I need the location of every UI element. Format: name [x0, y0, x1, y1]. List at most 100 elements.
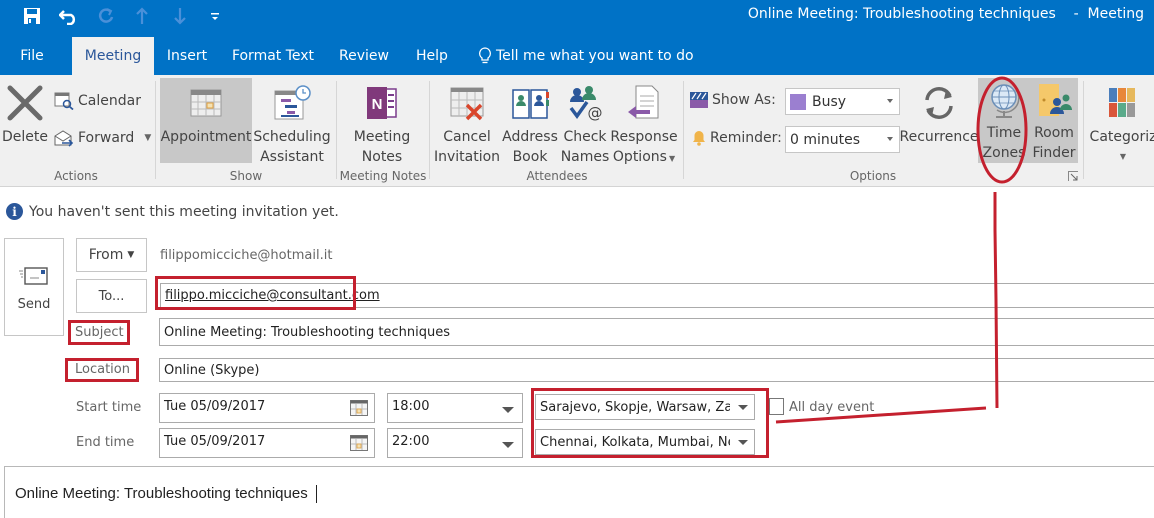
message-body[interactable]: Online Meeting: Troubleshooting techniqu… — [4, 466, 1154, 518]
title-bar: Online Meeting: Troubleshooting techniqu… — [0, 0, 1154, 35]
from-button[interactable]: From ▼ — [76, 238, 147, 272]
categorize-button[interactable]: Categoriz ▼ — [1088, 81, 1154, 167]
address-label-1: Address — [502, 129, 558, 145]
cancel-invitation-icon — [449, 81, 485, 125]
delete-icon — [6, 81, 44, 125]
reminder-label: Reminder: — [710, 130, 782, 146]
response-options-button[interactable]: Response Options ▼ — [610, 81, 678, 169]
subject-value: Online Meeting: Troubleshooting techniqu… — [164, 324, 450, 340]
tab-help[interactable]: Help — [408, 37, 456, 75]
send-button[interactable]: Send — [4, 238, 64, 336]
save-icon[interactable] — [22, 4, 42, 28]
response-options-icon — [626, 81, 662, 125]
start-time-value: 18:00 — [392, 399, 430, 414]
options-dialog-launcher-icon[interactable] — [1068, 171, 1078, 181]
address-label-2: Book — [512, 149, 548, 165]
group-label-actions: Actions — [54, 169, 98, 183]
reminder-value: 0 minutes — [790, 131, 861, 148]
ribbon: Delete Calendar Forward ▼ Actions Appoin… — [0, 75, 1154, 187]
cancel-label-1: Cancel — [443, 129, 491, 145]
ribbon-tabs: File Meeting Insert Format Text Review H… — [0, 35, 1154, 75]
undo-icon[interactable] — [58, 4, 80, 28]
window-title: Online Meeting: Troubleshooting techniqu… — [747, 6, 1144, 22]
meeting-notes-label-1: Meeting — [353, 129, 411, 145]
to-label: To... — [98, 288, 125, 304]
forward-label: Forward — [78, 130, 135, 146]
meeting-notes-button[interactable]: N Meeting Notes — [342, 81, 422, 167]
check-label-1: Check — [563, 129, 607, 145]
appointment-calendar-icon — [190, 81, 222, 125]
tab-file[interactable]: File — [10, 37, 54, 75]
address-book-button[interactable]: Address Book — [502, 81, 558, 167]
forward-icon — [54, 130, 74, 147]
end-date-value: Tue 05/09/2017 — [164, 434, 266, 449]
tab-format-text[interactable]: Format Text — [226, 37, 320, 75]
recurrence-icon — [919, 81, 959, 125]
start-time-label: Start time — [76, 400, 142, 415]
chevron-down-icon — [887, 99, 893, 103]
scheduling-label-1: Scheduling — [253, 129, 331, 145]
body-text: Online Meeting: Troubleshooting techniqu… — [15, 485, 317, 504]
customize-qat-icon[interactable] — [209, 4, 221, 28]
categorize-label: Categoriz — [1089, 129, 1154, 145]
group-separator — [336, 81, 337, 179]
check-names-button[interactable]: @ Check Names — [560, 81, 610, 167]
location-value: Online (Skype) — [164, 362, 260, 378]
time-zones-label-2: Zones — [982, 145, 1026, 161]
group-label-show: Show — [229, 169, 263, 183]
info-bar: i You haven't sent this meeting invitati… — [6, 203, 339, 220]
delete-button[interactable]: Delete — [2, 81, 48, 147]
calendar-picker-icon[interactable] — [350, 400, 368, 416]
group-label-meeting-notes: Meeting Notes — [339, 169, 427, 183]
start-time-dropdown[interactable]: 18:00 — [387, 393, 523, 423]
group-separator — [683, 81, 684, 179]
recurrence-label: Recurrence — [899, 129, 979, 145]
up-arrow-icon[interactable] — [134, 4, 150, 28]
response-dropdown-icon: ▼ — [668, 154, 676, 163]
appointment-button[interactable]: Appointment — [160, 78, 252, 163]
end-time-value: 22:00 — [392, 434, 430, 449]
scheduling-label-2: Assistant — [260, 149, 324, 165]
scheduling-assistant-button[interactable]: Scheduling Assistant — [253, 81, 331, 167]
calendar-picker-icon[interactable] — [350, 435, 368, 451]
show-as-dropdown[interactable]: Busy — [785, 88, 900, 115]
svg-text:@: @ — [588, 104, 603, 122]
check-label-2: Names — [560, 149, 610, 165]
redo-icon[interactable] — [96, 4, 116, 28]
show-as-label-group: Show As: — [690, 92, 776, 108]
to-button[interactable]: To... — [76, 279, 147, 313]
reminder-dropdown[interactable]: 0 minutes — [785, 126, 900, 153]
calendar-button[interactable]: Calendar — [54, 92, 141, 110]
room-finder-button[interactable]: Room Finder — [1030, 78, 1078, 163]
tab-meeting[interactable]: Meeting — [72, 37, 154, 75]
tab-insert[interactable]: Insert — [162, 37, 212, 75]
forward-dropdown-icon[interactable]: ▼ — [144, 133, 151, 143]
end-date-field[interactable]: Tue 05/09/2017 — [159, 428, 375, 458]
subject-field[interactable]: Online Meeting: Troubleshooting techniqu… — [159, 318, 1154, 346]
busy-color-swatch — [790, 93, 806, 110]
globe-icon — [987, 81, 1021, 121]
send-label: Send — [17, 297, 51, 312]
time-zones-button[interactable]: Time Zones — [978, 78, 1030, 163]
annotation-box-timezones — [531, 388, 769, 458]
reminder-label-group: Reminder: — [692, 130, 782, 146]
show-as-value: Busy — [812, 93, 847, 110]
end-time-dropdown[interactable]: 22:00 — [387, 428, 523, 458]
location-field[interactable]: Online (Skype) — [159, 358, 1154, 382]
svg-text:N: N — [372, 96, 383, 113]
scheduling-assistant-icon — [273, 81, 311, 125]
tab-review[interactable]: Review — [334, 37, 394, 75]
show-as-icon — [690, 92, 708, 108]
tell-me-search[interactable]: Tell me what you want to do — [478, 37, 694, 75]
all-day-checkbox[interactable] — [769, 398, 784, 415]
group-separator — [155, 81, 156, 179]
address-book-icon — [511, 81, 549, 125]
start-date-field[interactable]: Tue 05/09/2017 — [159, 393, 375, 423]
calendar-label: Calendar — [78, 93, 141, 109]
cancel-invitation-button[interactable]: Cancel Invitation — [434, 81, 500, 167]
down-arrow-icon[interactable] — [172, 4, 188, 28]
forward-button[interactable]: Forward ▼ — [54, 129, 151, 147]
recurrence-button[interactable]: Recurrence — [899, 81, 979, 147]
annotation-box-location — [65, 358, 139, 382]
chevron-down-icon — [502, 407, 514, 413]
